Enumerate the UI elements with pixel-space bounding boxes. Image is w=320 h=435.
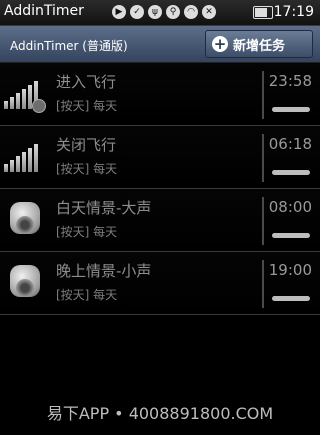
task-name: 晚上情景-小声 <box>56 262 152 280</box>
divider <box>262 197 264 245</box>
task-row[interactable]: 白天情景-大声 [按天] 每天 08:00 <box>0 189 320 252</box>
wifi-icon: ◠ <box>184 5 198 19</box>
page-title: AddinTimer (普通版) <box>10 39 128 53</box>
divider <box>262 134 264 182</box>
task-time: 19:00 <box>268 261 312 279</box>
status-bar-app-name: AddinTimer <box>4 3 84 19</box>
signal-bars-icon <box>4 73 50 115</box>
signal-bars-icon <box>4 136 50 178</box>
task-schedule: [按天] 每天 <box>56 225 118 239</box>
task-time: 08:00 <box>268 198 312 216</box>
task-row[interactable]: 关闭飞行 [按天] 每天 06:18 <box>0 126 320 189</box>
speaker-icon <box>4 199 50 241</box>
task-schedule: [按天] 每天 <box>56 288 118 302</box>
task-toggle[interactable] <box>272 296 310 301</box>
task-toggle[interactable] <box>272 107 310 112</box>
share-icon: ⚲ <box>166 5 180 19</box>
task-row[interactable]: 晚上情景-小声 [按天] 每天 19:00 <box>0 252 320 315</box>
watermark: 易下APP • 4008891800.COM <box>46 404 274 423</box>
task-time: 23:58 <box>268 72 312 90</box>
task-toggle[interactable] <box>272 170 310 175</box>
media-icon: ▶ <box>112 5 126 19</box>
task-list: 进入飞行 [按天] 每天 23:58 关闭飞行 [按天] 每天 06:18 白天… <box>0 63 320 315</box>
battery-icon <box>253 6 273 19</box>
task-name: 白天情景-大声 <box>56 199 152 217</box>
task-schedule: [按天] 每天 <box>56 162 118 176</box>
task-name: 关闭飞行 <box>56 136 117 154</box>
status-bar-time: 17:19 <box>273 4 314 20</box>
app-header: AddinTimer (普通版) + 新增任务 <box>0 26 320 63</box>
no-signal-icon: ✕ <box>202 5 216 19</box>
check-icon: ✓ <box>130 5 144 19</box>
plus-icon: + <box>212 35 228 53</box>
task-name: 进入飞行 <box>56 73 117 91</box>
speaker-icon <box>4 262 50 304</box>
divider <box>262 260 264 308</box>
usb-icon: ψ <box>148 5 162 19</box>
divider <box>262 71 264 119</box>
status-icons: ▶ ✓ ψ ⚲ ◠ ✕ <box>112 5 216 19</box>
status-bar: AddinTimer ▶ ✓ ψ ⚲ ◠ ✕ 17:19 <box>0 0 320 26</box>
task-toggle[interactable] <box>272 233 310 238</box>
task-row[interactable]: 进入飞行 [按天] 每天 23:58 <box>0 63 320 126</box>
add-task-label: 新增任务 <box>233 38 286 54</box>
add-task-button[interactable]: + 新增任务 <box>205 30 313 58</box>
task-schedule: [按天] 每天 <box>56 99 118 113</box>
task-time: 06:18 <box>268 135 312 153</box>
